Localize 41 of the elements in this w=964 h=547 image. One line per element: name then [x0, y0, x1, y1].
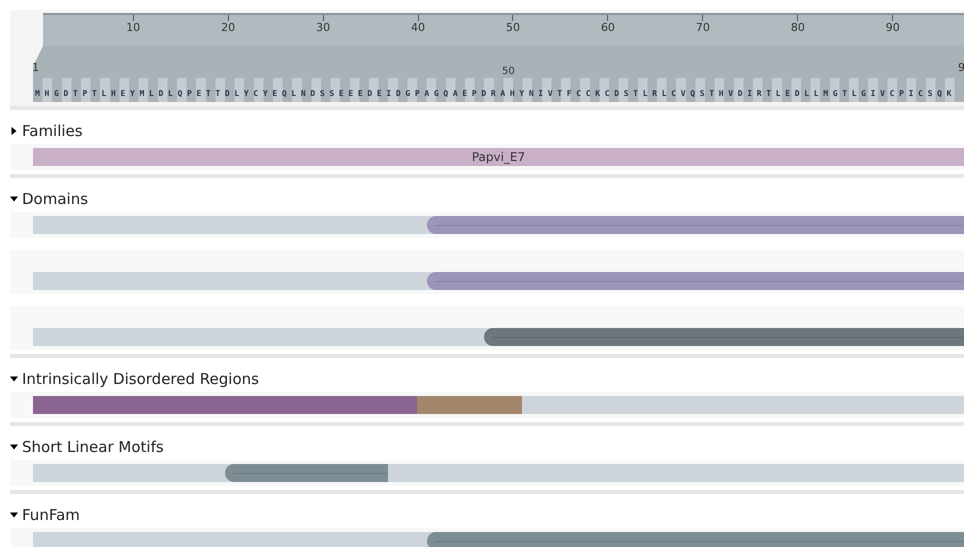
tick-mark	[228, 15, 229, 21]
feature-bar[interactable]	[426, 532, 964, 547]
section-title[interactable]: Families	[22, 120, 83, 142]
expand-icon[interactable]	[10, 127, 18, 135]
tick-label: 90	[886, 21, 900, 35]
tick-mark	[892, 15, 894, 21]
end-label: 9	[958, 60, 964, 76]
region-bar[interactable]	[33, 396, 417, 414]
collapse-icon[interactable]	[10, 511, 18, 519]
tick-mark	[702, 15, 704, 21]
tick-mark	[418, 15, 419, 21]
collapse-icon[interactable]	[10, 195, 18, 203]
section-title[interactable]: Intrinsically Disordered Regions	[22, 368, 259, 390]
region-bar[interactable]: Papvi_E7	[33, 148, 964, 166]
tick-mark	[512, 15, 514, 21]
feature-label: Papvi_E7	[472, 149, 526, 166]
tick-label: 80	[790, 21, 805, 35]
tick-label: 30	[316, 21, 330, 35]
section-title[interactable]: FunFam	[22, 504, 80, 526]
collapse-icon[interactable]	[10, 443, 18, 451]
tick-mark	[797, 15, 798, 21]
section-title[interactable]: Domains	[22, 188, 88, 210]
feature-bar[interactable]	[426, 216, 964, 234]
tick-mark	[132, 15, 134, 21]
tick-label: 70	[696, 21, 710, 35]
feature-bar[interactable]	[426, 272, 964, 290]
section-title[interactable]: Short Linear Motifs	[22, 436, 164, 458]
tick-label: 20	[221, 21, 236, 35]
feature-bar[interactable]	[484, 328, 964, 346]
tick-label: 60	[600, 21, 615, 35]
tick-label: 10	[126, 21, 140, 35]
tick-mark	[322, 15, 324, 21]
position-label: 50	[502, 66, 515, 78]
start-label: 1	[32, 60, 39, 76]
region-bar[interactable]	[416, 396, 522, 414]
tick-label: 50	[506, 21, 520, 35]
sequence-text: MHGDTPTLHEYMLDLQPETTDLYCYEQLNDSSEEEDEIDGPAGQAEPDRAHYNIVTFCCKCDSTLRLCVQSTHVDIRTLEDLLMGTLGIVCPICSQK	[34, 89, 956, 99]
tick-label: 40	[411, 21, 426, 35]
tick-mark	[607, 15, 608, 21]
feature-bar[interactable]	[224, 464, 388, 482]
collapse-icon[interactable]	[10, 375, 18, 383]
